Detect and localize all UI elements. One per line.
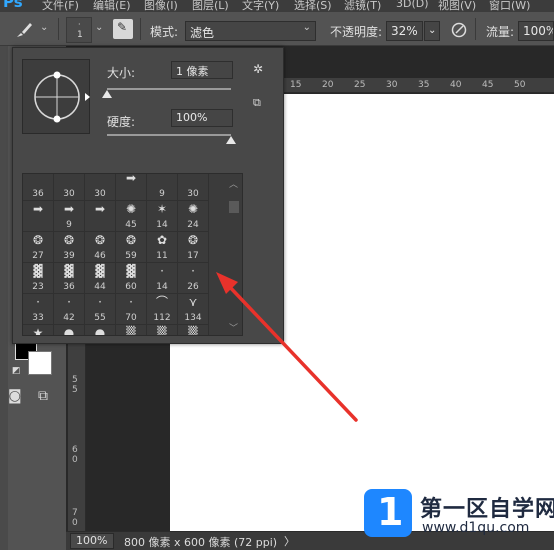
annotation-arrow xyxy=(216,272,358,422)
watermark-name: 第一区自学网 xyxy=(420,497,554,522)
watermark-url: www.d1qu.com xyxy=(422,520,530,536)
watermark-logo: 1 xyxy=(364,489,412,537)
